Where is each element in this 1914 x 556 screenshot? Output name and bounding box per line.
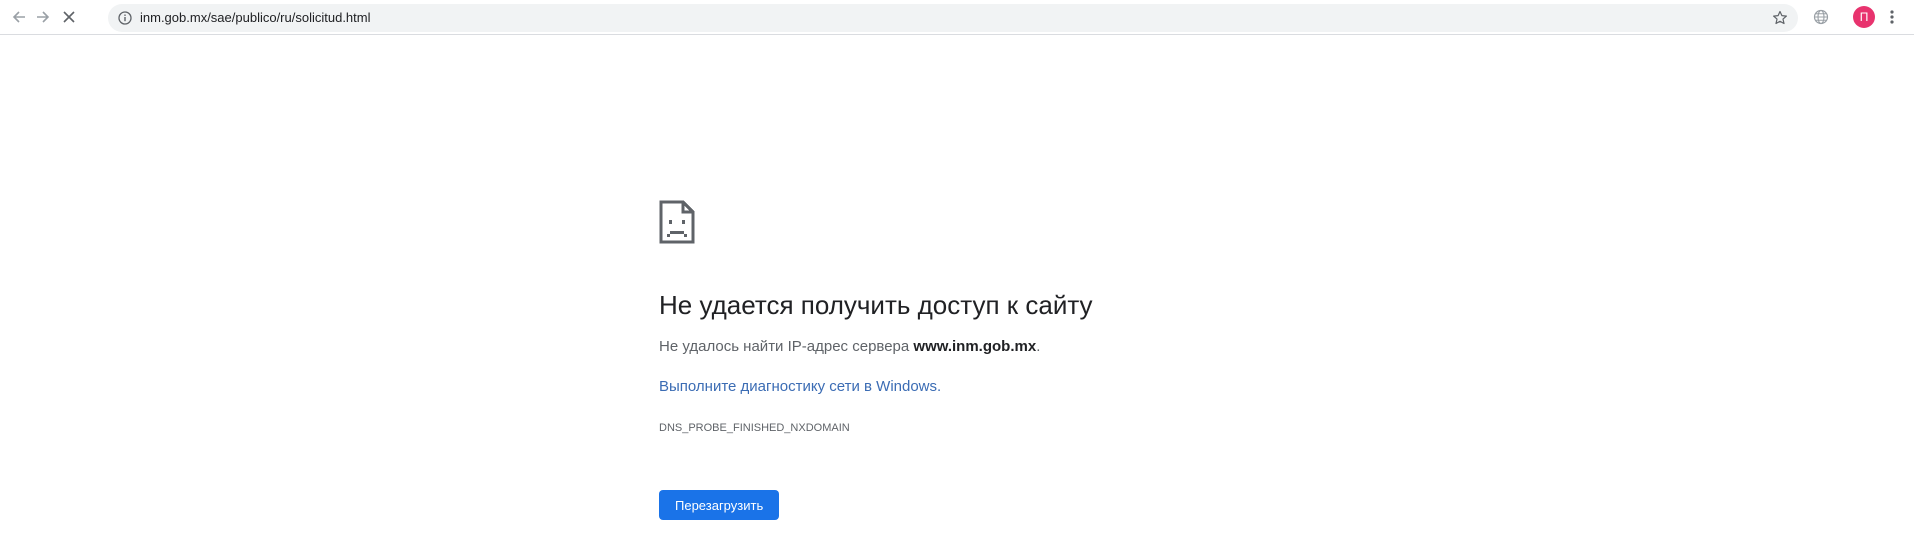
info-icon[interactable] [116,9,134,27]
profile-avatar[interactable]: П [1853,6,1875,28]
url-text[interactable]: inm.gob.mx/sae/publico/ru/solicitud.html [140,4,371,32]
forward-button[interactable] [30,4,56,30]
browser-toolbar: inm.gob.mx/sae/publico/ru/solicitud.html… [0,0,1914,35]
network-diagnostics-link[interactable]: Выполните диагностику сети в Windows. [659,378,941,395]
close-icon [63,11,75,23]
sad-page-icon [659,200,695,244]
error-description-end: . [1036,338,1041,355]
arrow-right-icon [37,11,50,23]
error-code: DNS_PROBE_FINISHED_NXDOMAIN [659,422,850,434]
bookmark-button[interactable] [1770,8,1790,28]
address-bar[interactable]: inm.gob.mx/sae/publico/ru/solicitud.html [108,4,1798,32]
back-button[interactable] [6,4,32,30]
kebab-menu-icon [1890,10,1894,24]
globe-icon [1813,9,1829,25]
browser-menu-button[interactable] [1879,4,1905,30]
error-hostname: www.inm.gob.mx [913,338,1037,355]
reload-button[interactable]: Перезагрузить [659,490,780,520]
arrow-left-icon [12,11,25,23]
extension-button[interactable] [1808,4,1834,30]
error-description: Не удалось найти IP-адрес сервера www.in… [659,338,1040,355]
error-title: Не удается получить доступ к сайту [659,290,1093,320]
stop-loading-button[interactable] [56,4,82,30]
error-description-text: Не удалось найти IP-адрес сервера [659,338,914,355]
star-icon [1773,10,1787,25]
